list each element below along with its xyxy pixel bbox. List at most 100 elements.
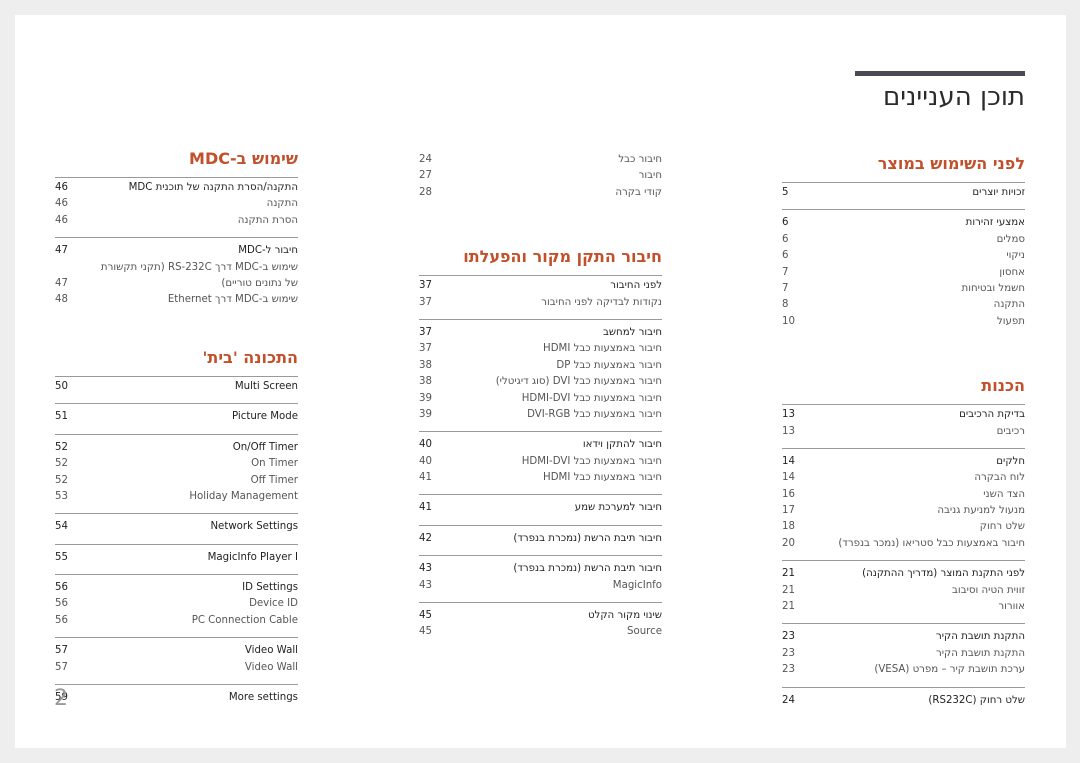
toc-entry-page: 52	[55, 474, 68, 486]
toc-entry-page: 24	[782, 694, 795, 706]
toc-entry[interactable]: ניקוי 6	[782, 248, 1025, 264]
toc-entry-heading[interactable]: חיבור להתקן וידאו 40	[419, 437, 662, 453]
toc-entry-heading[interactable]: ID Settings 56	[55, 580, 298, 596]
toc-entry[interactable]: חיבור באמצעות כבל DVI (סוג דיגיטלי) 38	[419, 374, 662, 390]
toc-entry[interactable]: חיבור באמצעות כבל סטריאו (נמכר בנפרד) 20	[782, 536, 1025, 552]
section-title[interactable]: הכנות	[782, 372, 1025, 406]
toc-entry[interactable]: התקנת תושבת הקיר 23	[782, 646, 1025, 662]
toc-entry-page: 38	[419, 376, 432, 388]
toc-entry-label: חלקים	[996, 455, 1025, 467]
toc-group: זכויות יוצרים 5	[782, 183, 1025, 211]
toc-group: חיבור להתקן וידאו 40 חיבור באמצעות כבל HDM…	[419, 432, 662, 496]
toc-entry[interactable]: חיבור באמצעות כבל DVI-RGB 39	[419, 407, 662, 423]
toc-entry-heading[interactable]: שינוי מקור הקלט 45	[419, 608, 662, 624]
toc-entry[interactable]: הצד השני 16	[782, 487, 1025, 503]
toc-entry[interactable]: סמלים 6	[782, 232, 1025, 248]
toc-entry-label: שלט רחוק (RS232C)	[928, 694, 1025, 706]
section-title[interactable]: לפני השימוש במוצר	[782, 150, 1025, 183]
toc-entry[interactable]: אוורור 21	[782, 599, 1025, 615]
toc-entry[interactable]: Video Wall 57	[55, 660, 298, 676]
toc-entry[interactable]: MagicInfo 43	[419, 578, 662, 594]
toc-entry-page: 38	[419, 359, 432, 371]
toc-entry-heading[interactable]: התקנה/הסרת התקנה של תוכנית MDC 46	[55, 180, 298, 196]
toc-entry-label: חיבור תיבת הרשת (נמכרת בנפרד)	[513, 532, 662, 544]
toc-entry-heading[interactable]: זכויות יוצרים 5	[782, 185, 1025, 201]
toc-entry[interactable]: זווית הטיה וסיבוב 21	[782, 583, 1025, 599]
toc-entry[interactable]: אחסון 7	[782, 265, 1025, 281]
toc-entry-heading[interactable]: חיבור תיבת הרשת (נמכרת בנפרד) 43	[419, 561, 662, 577]
toc-entry-page: 6	[782, 217, 789, 229]
toc-entry[interactable]: הסרת התקנה 46	[55, 213, 298, 229]
toc-entry[interactable]: נקודות לבדיקה לפני החיבור 37	[419, 295, 662, 311]
toc-entry-heading[interactable]: אמצעי זהירות 6	[782, 215, 1025, 231]
toc-entry[interactable]: מנעול למניעת גניבה 17	[782, 503, 1025, 519]
toc-entry-page: 54	[55, 521, 68, 533]
toc-group: Multi Screen 50	[55, 377, 298, 405]
toc-entry[interactable]: Device ID 56	[55, 596, 298, 612]
toc-entry[interactable]: שימוש ב-MDC דרך RS-232C (תקני תקשורת של …	[55, 260, 298, 292]
toc-entry-heading[interactable]: Video Wall 57	[55, 643, 298, 659]
toc-entry-label: Off Timer	[250, 474, 298, 486]
toc-entry-heading[interactable]: MagicInfo Player I 55	[55, 550, 298, 566]
toc-entry[interactable]: תפעול 10	[782, 314, 1025, 330]
toc-entry-page: 39	[419, 392, 432, 404]
toc-entry[interactable]: חשמל ובטיחות 7	[782, 281, 1025, 297]
toc-entry[interactable]: לוח הבקרה 14	[782, 470, 1025, 486]
toc-entry[interactable]: חיבור באמצעות כבל DP 38	[419, 358, 662, 374]
toc-entry-page: 28	[419, 186, 432, 198]
toc-entry[interactable]: חיבור באמצעות כבל HDMI-DVI 39	[419, 391, 662, 407]
toc-entry[interactable]: שימוש ב-MDC דרך Ethernet 48	[55, 292, 298, 308]
toc-entry[interactable]: חיבור באמצעות כבל HDMI 41	[419, 470, 662, 486]
toc-entry-heading[interactable]: Network Settings 54	[55, 519, 298, 535]
toc-entry-page: 40	[419, 455, 432, 467]
toc-section: לפני השימוש במוצר זכויות יוצרים 5 אמצעי זהי…	[782, 150, 1025, 338]
toc-entry[interactable]: רכיבים 13	[782, 424, 1025, 440]
toc-entry-label: רכיבים	[996, 425, 1025, 437]
toc-entry-heading[interactable]: On/Off Timer 52	[55, 440, 298, 456]
section-title[interactable]: התכונה 'בית'	[55, 344, 298, 377]
toc-entry-heading[interactable]: שלט רחוק (RS232C) 24	[782, 693, 1025, 709]
toc-group: MagicInfo Player I 55	[55, 545, 298, 576]
toc-entry-heading[interactable]: התקנת תושבת הקיר 23	[782, 629, 1025, 645]
toc-entry-heading[interactable]: Picture Mode 51	[55, 409, 298, 425]
toc-group: חיבור תיבת הרשת (נמכרת בנפרד) 42	[419, 526, 662, 557]
toc-group: חיבור למחשב 37 חיבור באמצעות כבל HDMI 37 חיב…	[419, 320, 662, 433]
toc-entry-label: שינוי מקור הקלט	[587, 610, 662, 622]
toc-entry[interactable]: שלט רחוק 18	[782, 519, 1025, 535]
toc-entry[interactable]: חיבור 27	[419, 168, 662, 184]
toc-entry[interactable]: התקנה 46	[55, 196, 298, 212]
toc-group: Picture Mode 51	[55, 404, 298, 435]
toc-entry-heading[interactable]: חלקים 14	[782, 454, 1025, 470]
toc-entry[interactable]: PC Connection Cable 56	[55, 613, 298, 629]
toc-entry[interactable]: ערכת תושבת קיר – מפרט (VESA) 23	[782, 662, 1025, 678]
toc-entry-heading[interactable]: Multi Screen 50	[55, 379, 298, 395]
toc-entry[interactable]: חיבור כבל 24	[419, 152, 662, 168]
toc-entry-heading[interactable]: חיבור ל-MDC 47	[55, 243, 298, 259]
toc-entry[interactable]: קודי בקרה 28	[419, 185, 662, 201]
section-title[interactable]: חיבור התקן מקור והפעלתו	[419, 243, 662, 277]
toc-entry[interactable]: On Timer 52	[55, 456, 298, 472]
toc-entry-heading[interactable]: לפני התקנת המוצר (מדריך ההתקנה) 21	[782, 566, 1025, 582]
toc-entry-page: 47	[55, 245, 68, 257]
section-title[interactable]: שימוש ב-MDC	[55, 145, 298, 178]
toc-entry-heading[interactable]: בדיקת הרכיבים 13	[782, 407, 1025, 423]
toc-entry[interactable]: חיבור באמצעות כבל HDMI 37	[419, 341, 662, 357]
toc-entry-label: חיבור	[638, 170, 662, 182]
toc-entry-heading[interactable]: חיבור תיבת הרשת (נמכרת בנפרד) 42	[419, 531, 662, 547]
toc-group: חיבור ל-MDC 47 שימוש ב-MDC דרך RS-232C (תק…	[55, 238, 298, 316]
toc-entry-label: ערכת תושבת קיר – מפרט (VESA)	[874, 664, 1025, 676]
toc-entry[interactable]: התקנה 8	[782, 297, 1025, 313]
toc-entry-page: 21	[782, 601, 795, 613]
toc-entry[interactable]: חיבור באמצעות כבל HDMI-DVI 40	[419, 454, 662, 470]
toc-entry-heading[interactable]: More settings 59	[55, 690, 298, 706]
toc-entry[interactable]: Holiday Management 53	[55, 489, 298, 505]
toc-entry[interactable]: Source 45	[419, 624, 662, 640]
toc-entry-heading[interactable]: חיבור למחשב 37	[419, 325, 662, 341]
toc-entry-heading[interactable]: חיבור למערכת שמע 41	[419, 500, 662, 516]
toc-entry-label: Video Wall	[244, 661, 298, 673]
toc-entry-heading[interactable]: לפני החיבור 37	[419, 278, 662, 294]
toc-entry-page: 16	[782, 488, 795, 500]
toc-entry-page: 17	[782, 505, 795, 517]
toc-entry-label: Source	[627, 626, 662, 638]
toc-entry[interactable]: Off Timer 52	[55, 473, 298, 489]
